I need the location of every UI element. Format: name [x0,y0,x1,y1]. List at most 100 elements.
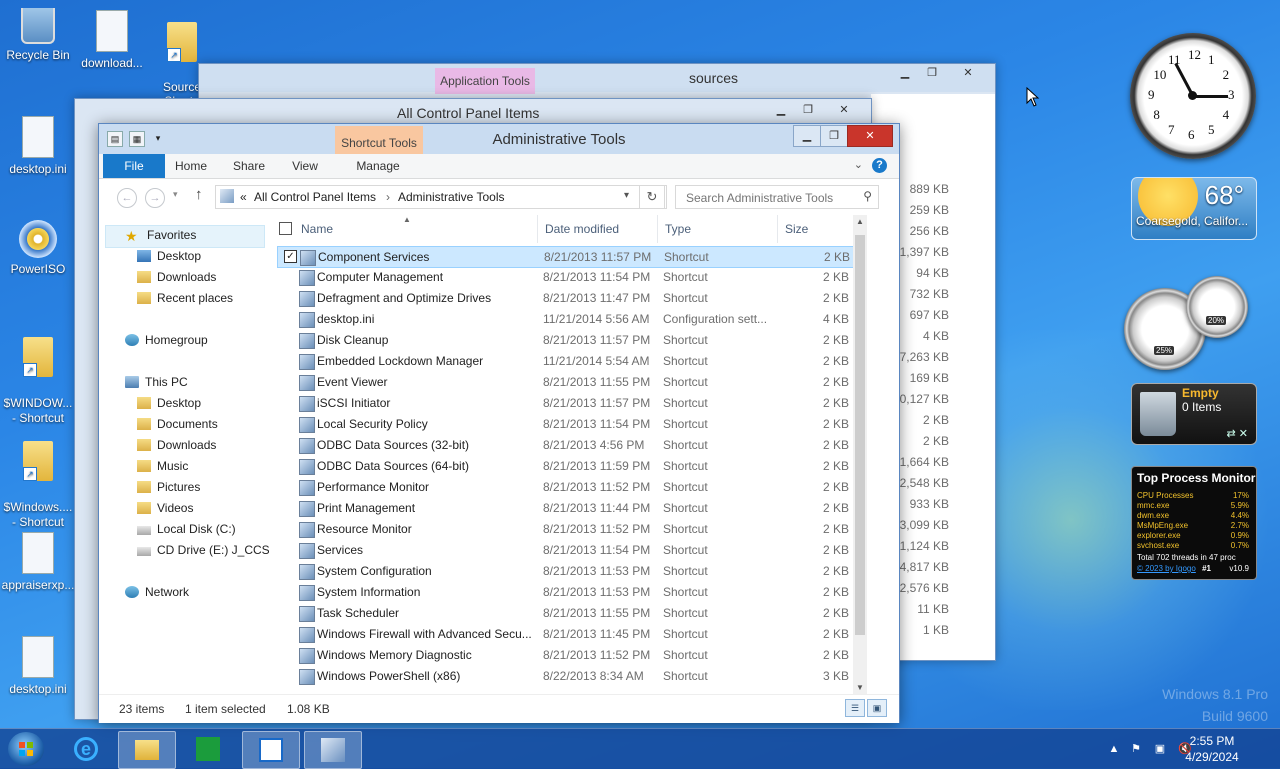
maximize-button[interactable]: ❐ [919,64,945,82]
desktop-icon-windows-shortcut-1[interactable]: ↗ $WINDOW... - Shortcut [0,322,76,441]
minimize-button[interactable]: ▁ [892,64,918,82]
file-row[interactable]: Windows PowerShell (x86) 8/22/2013 8:34 A… [277,666,853,686]
network-icon[interactable]: ▣ [1154,743,1166,755]
show-hidden-icons-icon[interactable]: ▲ [1108,743,1120,755]
recycle-bin-actions-icon[interactable]: ⇄ ✕ [1227,427,1249,440]
action-center-flag-icon[interactable]: ⚑ [1130,743,1142,755]
file-row[interactable]: Defragment and Optimize Drives 8/21/2013 … [277,288,853,308]
refresh-button[interactable]: ↻ [639,185,665,209]
minimize-button[interactable]: ▁ [768,101,794,119]
file-row[interactable]: Performance Monitor 8/21/2013 11:52 PM Sho… [277,477,853,497]
close-button[interactable]: ✕ [955,64,981,82]
up-button[interactable]: ↑ [195,186,203,203]
help-icon[interactable]: ? [872,158,887,173]
details-view-button[interactable]: ☰ [845,699,865,717]
desktop-icon-desktop-ini-2[interactable]: desktop.ini [0,636,76,696]
file-row[interactable]: Resource Monitor 8/21/2013 11:52 PM Shortc… [277,519,853,539]
desktop-icon-poweriso[interactable]: PowerISO [0,220,76,276]
file-row[interactable]: Computer Management 8/21/2013 11:54 PM Sho… [277,267,853,287]
file-row[interactable]: System Information 8/21/2013 11:53 PM Shor… [277,582,853,602]
file-row[interactable]: desktop.ini 11/21/2014 5:56 AM Configurati… [277,309,853,329]
expand-ribbon-icon[interactable]: ⌄ [854,158,863,171]
search-icon[interactable]: ⚲ [863,189,872,203]
top-process-monitor-gadget[interactable]: Top Process Monitor CPU Processes 17% mmc.… [1131,466,1257,580]
minimize-button[interactable]: ▁ [793,125,821,147]
titlebar[interactable]: ▤ ▦ ▾ Shortcut Tools Administrative Tool… [99,124,899,154]
clock-gadget[interactable]: 12 1 2 3 4 5 6 7 8 9 10 11 [1130,33,1256,159]
select-all-checkbox[interactable] [279,222,292,235]
maximize-button[interactable]: ❐ [820,125,848,147]
file-row[interactable]: ODBC Data Sources (32-bit) 8/21/2013 4:56… [277,435,853,455]
column-name[interactable]: Name [301,222,333,236]
desktop-icon-windows-shortcut-2[interactable]: ↗ $Windows.... - Shortcut [0,426,76,545]
forward-button[interactable]: → [145,188,165,208]
tab-manage[interactable]: Manage [347,154,409,178]
taskbar-internet-explorer[interactable]: e [58,731,114,767]
file-row[interactable]: Print Management 8/21/2013 11:44 PM Shortc… [277,498,853,518]
desktop-icon-download[interactable]: download... [74,10,150,70]
file-row[interactable]: Event Viewer 8/21/2013 11:55 PM Shortcut 2 … [277,372,853,392]
nav-network[interactable]: Network [125,582,189,602]
breadcrumb-administrative-tools[interactable]: Administrative Tools [398,190,505,204]
file-row[interactable]: Windows Firewall with Advanced Secu... 8/… [277,624,853,644]
nav-downloads[interactable]: Downloads [137,267,216,287]
breadcrumb-control-panel[interactable]: All Control Panel Items [254,190,376,204]
tab-view[interactable]: View [281,154,329,178]
taskbar-control-panel[interactable] [304,731,362,769]
nav-recent-places[interactable]: Recent places [137,288,233,308]
taskbar-remote-app[interactable] [242,731,300,769]
start-button[interactable] [8,732,44,766]
column-divider[interactable] [657,215,658,243]
weather-gadget[interactable]: 68° Coarsegold, Califor... [1131,177,1257,240]
close-button[interactable]: ✕ [831,101,857,119]
file-row[interactable]: Services 8/21/2013 11:54 PM Shortcut 2 KB [277,540,853,560]
search-box[interactable]: ⚲ [675,185,879,209]
column-divider[interactable] [537,215,538,243]
recent-locations-icon[interactable]: ▾ [173,189,178,200]
maximize-button[interactable]: ❐ [795,101,821,119]
taskbar-file-explorer[interactable] [118,731,176,769]
scroll-up-icon[interactable]: ▲ [853,217,867,226]
large-icons-view-button[interactable]: ▣ [867,699,887,717]
search-input[interactable] [684,190,858,206]
back-button[interactable]: ← [117,188,137,208]
nav-pc-music[interactable]: Music [137,456,188,476]
taskbar-clock[interactable]: 2:55 PM 4/29/2024 [1176,733,1248,765]
nav-pc-downloads[interactable]: Downloads [137,435,216,455]
address-dropdown-icon[interactable]: ▾ [624,190,629,201]
scroll-down-icon[interactable]: ▼ [853,683,867,692]
close-button[interactable]: ✕ [847,125,893,147]
scrollbar-thumb[interactable] [855,235,865,635]
nav-pc-pictures[interactable]: Pictures [137,477,200,497]
column-size[interactable]: Size [785,222,808,236]
file-row[interactable]: System Configuration 8/21/2013 11:53 PM Sh… [277,561,853,581]
row-checkbox[interactable]: ✓ [284,250,297,263]
recycle-bin-gadget[interactable]: Empty 0 Items ⇄ ✕ [1131,383,1257,445]
file-row[interactable]: Task Scheduler 8/21/2013 11:55 PM Shortcut… [277,603,853,623]
memory-meter-gadget[interactable]: 20% [1186,276,1248,338]
tab-file[interactable]: File [103,154,165,178]
file-row[interactable]: iSCSI Initiator 8/21/2013 11:57 PM Shortcu… [277,393,853,413]
tpm-credit-link[interactable]: © 2023 by Igogo [1137,564,1196,573]
file-row[interactable]: Embedded Lockdown Manager 11/21/2014 5:54… [277,351,853,371]
file-row[interactable]: Disk Cleanup 8/21/2013 11:57 PM Shortcut 2 … [277,330,853,350]
window-administrative-tools[interactable]: ▤ ▦ ▾ Shortcut Tools Administrative Tool… [98,123,900,723]
nav-this-pc[interactable]: This PC [125,372,188,392]
breadcrumb-separator[interactable]: › [386,190,390,204]
file-row[interactable]: ODBC Data Sources (64-bit) 8/21/2013 11:5… [277,456,853,476]
tab-home[interactable]: Home [167,154,215,178]
nav-pc-desktop[interactable]: Desktop [137,393,201,413]
address-overflow[interactable]: « [240,190,247,204]
tab-share[interactable]: Share [225,154,273,178]
tab-application-tools[interactable]: Application Tools [435,68,535,94]
desktop-icon-recycle-bin[interactable]: Recycle Bin [0,8,76,62]
file-row[interactable]: Windows Memory Diagnostic 8/21/2013 11:52… [277,645,853,665]
column-date-modified[interactable]: Date modified [545,222,619,236]
nav-local-disk[interactable]: Local Disk (C:) [137,519,236,539]
nav-pc-videos[interactable]: Videos [137,498,193,518]
address-bar[interactable]: « All Control Panel Items › Administrati… [215,185,667,209]
nav-cd-drive[interactable]: CD Drive (E:) J_CCSA [137,540,269,560]
column-type[interactable]: Type [665,222,691,236]
nav-desktop[interactable]: Desktop [137,246,201,266]
file-row[interactable]: Local Security Policy 8/21/2013 11:54 PM S… [277,414,853,434]
